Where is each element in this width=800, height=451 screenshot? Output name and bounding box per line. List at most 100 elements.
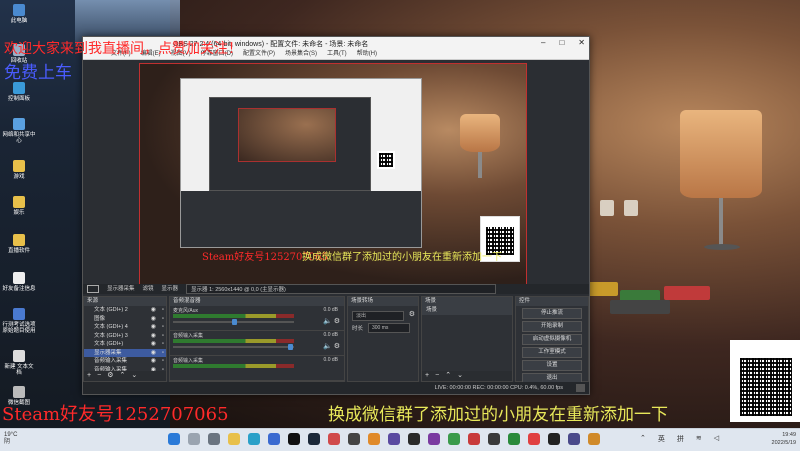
eye-icon[interactable]: ◉ <box>151 332 156 341</box>
obs-icon[interactable] <box>548 433 560 445</box>
source-item[interactable]: 文本 (GDI+) 3 ◉ ▫ <box>84 332 166 341</box>
start-recording-button[interactable]: 开始录制 <box>522 321 582 332</box>
menu-help[interactable]: 帮助(H) <box>357 49 377 59</box>
eye-icon[interactable]: ◉ <box>151 349 156 358</box>
transition-type-select[interactable]: 淡出 <box>352 311 404 321</box>
weather-widget[interactable]: 19°C 阴 <box>4 432 17 446</box>
app-icon[interactable] <box>388 433 400 445</box>
app-icon[interactable] <box>468 433 480 445</box>
desktop-icon-network[interactable]: 网络和共享中心 <box>2 118 36 144</box>
eye-icon[interactable]: ◉ <box>151 340 156 349</box>
desktop-icon-this-pc[interactable]: 此电脑 <box>2 4 36 24</box>
source-item[interactable]: 显示器采集 ◉ ▫ <box>84 348 166 358</box>
edge-icon[interactable] <box>248 433 260 445</box>
start-icon[interactable] <box>168 433 180 445</box>
volume-slider[interactable] <box>173 346 294 348</box>
eye-icon[interactable]: ◉ <box>151 306 156 315</box>
preview-nested-obs <box>180 78 422 248</box>
volume-knob[interactable] <box>232 319 237 325</box>
folder-icon <box>13 160 25 172</box>
volume-icon[interactable]: ◁ <box>714 434 719 444</box>
desktop-icon-entertainment-folder[interactable]: 娱乐 <box>2 196 36 216</box>
input-lang[interactable]: 英 <box>658 434 665 444</box>
app-icon[interactable] <box>488 433 500 445</box>
app-icon[interactable] <box>508 433 520 445</box>
app-icon[interactable] <box>348 433 360 445</box>
maximize-icon[interactable]: □ <box>559 38 564 47</box>
tiktok-icon[interactable] <box>288 433 300 445</box>
display-label: 显示器 <box>161 286 179 292</box>
wifi-icon[interactable]: ≋ <box>696 434 702 444</box>
studio-mode-button[interactable]: 工作室模式 <box>522 347 582 358</box>
app-icon[interactable] <box>328 433 340 445</box>
source-item[interactable]: 文本 (GDI+) 4 ◉ ▫ <box>84 323 166 332</box>
eye-icon[interactable]: ◉ <box>151 323 156 332</box>
volume-knob[interactable] <box>288 344 293 350</box>
close-icon[interactable]: ✕ <box>578 38 585 47</box>
desktop-icon-friends-notes[interactable]: 好友备注信息 <box>2 272 36 292</box>
gear-icon[interactable]: ⚙ <box>334 318 340 325</box>
obs-window[interactable]: OBS 27.2.4 (64-bit, windows) - 配置文件: 未命名… <box>82 36 590 395</box>
move-up-icon[interactable]: ⌃ <box>119 371 125 381</box>
source-item[interactable]: 文本 (GDI+) 2 ◉ ▫ <box>84 306 166 315</box>
eye-icon[interactable]: ◉ <box>151 315 156 324</box>
menu-tools[interactable]: 工具(T) <box>327 49 347 59</box>
app-icon[interactable] <box>528 433 540 445</box>
menu-scene-collection[interactable]: 场景集合(S) <box>285 49 317 59</box>
gear-icon[interactable]: ⚙ <box>409 310 415 318</box>
app-icon[interactable] <box>568 433 580 445</box>
menu-profile[interactable]: 配置文件(P) <box>243 49 275 59</box>
lock-icon[interactable]: ▫ <box>162 349 164 358</box>
duration-input[interactable]: 300 ms <box>368 323 410 333</box>
lock-icon[interactable]: ▫ <box>162 323 164 332</box>
file-explorer-icon[interactable] <box>228 433 240 445</box>
app-icon[interactable] <box>588 433 600 445</box>
desktop-icon-games-folder[interactable]: 游戏 <box>2 160 36 180</box>
desktop-icon-exam-file[interactable]: 行测考试选项 原始题目使用 <box>2 308 36 334</box>
gear-icon[interactable]: ⚙ <box>107 371 113 381</box>
app-icon[interactable] <box>368 433 380 445</box>
lock-icon[interactable]: ▫ <box>162 332 164 341</box>
app-icon[interactable] <box>448 433 460 445</box>
source-item[interactable]: 图像 ◉ ▫ <box>84 315 166 324</box>
steam-icon[interactable] <box>308 433 320 445</box>
start-virtual-camera-button[interactable]: 启动虚拟摄像机 <box>522 334 582 345</box>
lock-icon[interactable]: ▫ <box>162 306 164 315</box>
app-icon[interactable] <box>428 433 440 445</box>
lock-icon[interactable]: ▫ <box>162 340 164 349</box>
move-up-icon[interactable]: ⌃ <box>445 371 451 381</box>
move-down-icon[interactable]: ⌄ <box>457 371 463 381</box>
task-view-icon[interactable] <box>208 433 220 445</box>
desktop-icon-streaming-folder[interactable]: 直播软件 <box>2 234 36 254</box>
search-icon[interactable] <box>188 433 200 445</box>
remove-icon[interactable]: − <box>435 371 439 381</box>
display-select[interactable]: 显示器 1: 2560x1440 @ 0,0 (主显示器) <box>186 284 497 294</box>
input-mode[interactable]: 拼 <box>677 434 684 444</box>
app-icon[interactable] <box>408 433 420 445</box>
lock-icon[interactable]: ▫ <box>162 357 164 366</box>
speaker-icon[interactable]: 🔈 <box>323 318 332 325</box>
minimize-icon[interactable]: – <box>541 38 545 47</box>
store-icon[interactable] <box>268 433 280 445</box>
desktop-icon-control-panel[interactable]: 控制面板 <box>2 82 36 102</box>
add-icon[interactable]: + <box>425 371 429 381</box>
remove-icon[interactable]: − <box>97 371 101 381</box>
desktop-icon-new-text[interactable]: 新建 文本文档 <box>2 350 36 376</box>
scenes-title: 场景 <box>422 297 512 306</box>
stop-streaming-button[interactable]: 停止推流 <box>522 308 582 319</box>
clock[interactable]: 19:49 2022/5/19 <box>772 431 796 447</box>
chevron-up-icon[interactable]: ⌃ <box>640 434 646 444</box>
source-item[interactable]: 文本 (GDI+) ◉ ▫ <box>84 340 166 349</box>
gear-icon[interactable]: ⚙ <box>334 343 340 350</box>
eye-icon[interactable]: ◉ <box>151 357 156 366</box>
source-item[interactable]: 音频输入采集 ◉ ▫ <box>84 357 166 366</box>
obs-preview[interactable]: Steam好友号1252707065 换成微信群了添加过的小朋友在重新添加一下 <box>139 63 527 285</box>
preview-wechat-text: 换成微信群了添加过的小朋友在重新添加一下 <box>302 252 502 263</box>
settings-button[interactable]: 设置 <box>522 360 582 371</box>
lock-icon[interactable]: ▫ <box>162 315 164 324</box>
add-icon[interactable]: + <box>87 371 91 381</box>
move-down-icon[interactable]: ⌄ <box>131 371 137 381</box>
speaker-icon[interactable]: 🔈 <box>323 343 332 350</box>
filters-button[interactable]: 滤镜 <box>143 284 154 294</box>
scene-item[interactable]: 场景 <box>422 306 512 315</box>
